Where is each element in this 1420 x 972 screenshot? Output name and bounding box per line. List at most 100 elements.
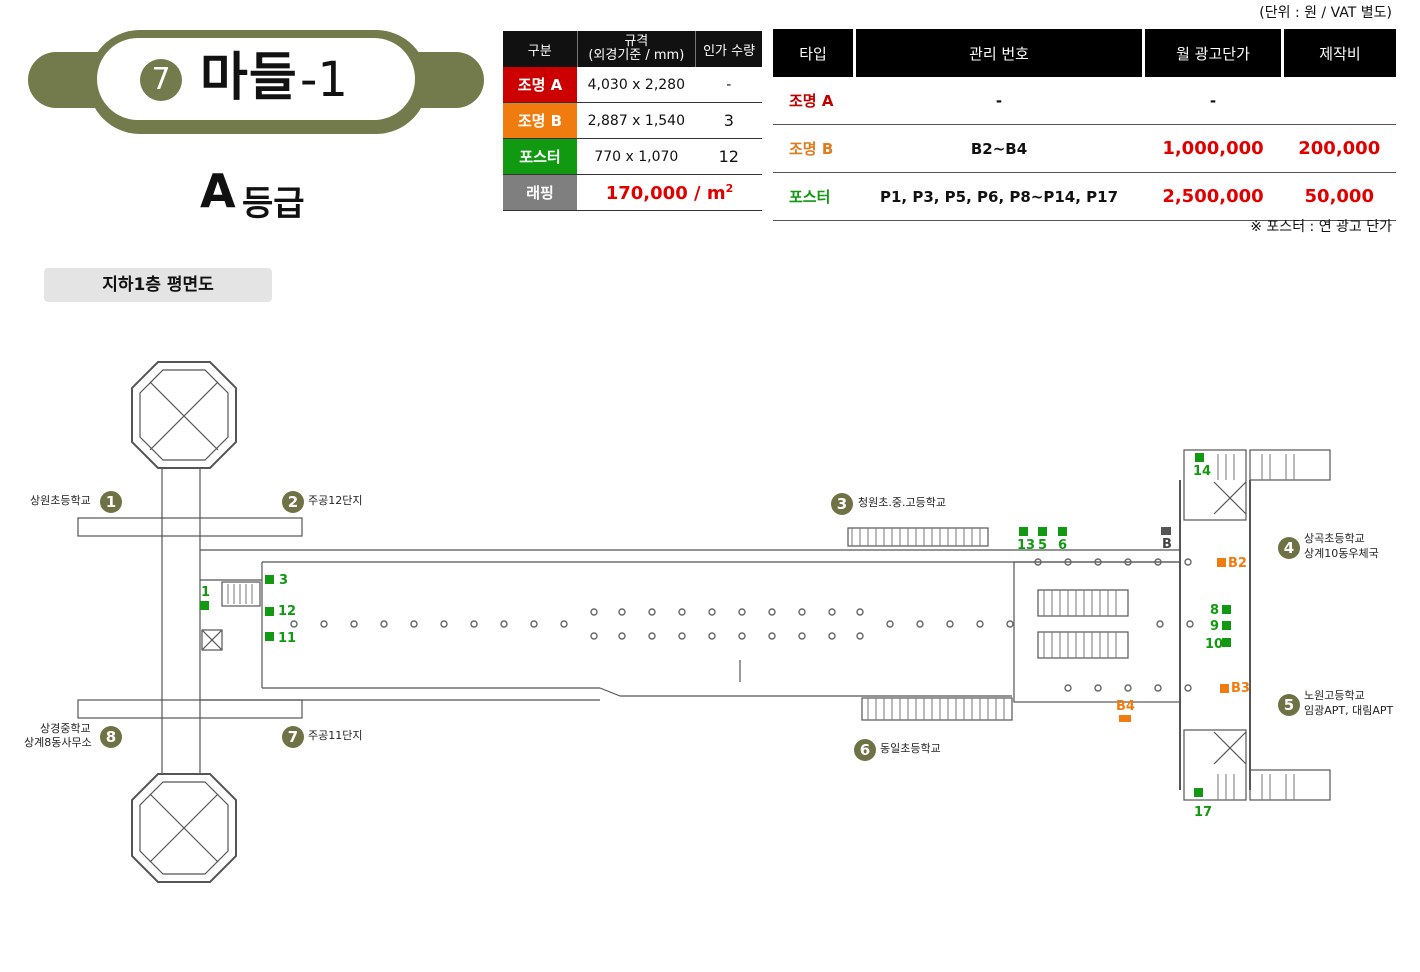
station-number: 7 (140, 59, 182, 101)
price-row: 포스터 P1, P3, P5, P6, P8~P14, P17 2,500,00… (773, 172, 1396, 221)
price-row: 조명 A - - (773, 77, 1396, 125)
lightbox-label-b2: B2 (1228, 556, 1247, 571)
poster-marker-3 (265, 575, 274, 584)
lightbox-marker-b2 (1217, 558, 1226, 567)
poster-label-5: 5 (1038, 538, 1048, 553)
floor-label: 지하1층 평면도 (44, 268, 272, 302)
spec-qty: 12 (695, 138, 762, 175)
poster-label-17: 17 (1194, 805, 1213, 820)
stair-tower-top (131, 361, 237, 469)
exit-3-name: 청원초.중.고등학교 (858, 496, 946, 509)
exit-8-name2: 상계8동사무소 (24, 736, 92, 749)
poster-label-9: 9 (1210, 619, 1220, 634)
price-codes: P1, P3, P5, P6, P8~P14, P17 (854, 172, 1144, 221)
poster-marker-1 (200, 601, 209, 610)
price-header-type: 타입 (773, 29, 856, 77)
poster-note: ※ 포스터 : 연 광고 단가 (1250, 219, 1392, 235)
exit-4-name: 상곡초등학교 (1304, 532, 1365, 545)
exit-7-badge: 7 (282, 726, 304, 748)
spec-category: 조명 B (503, 102, 577, 139)
spec-category: 조명 A (503, 67, 577, 103)
lightbox-label-b4: B4 (1116, 699, 1135, 714)
poster-marker-12 (265, 607, 274, 616)
unit-note: (단위 : 원 / VAT 별도) (1259, 5, 1392, 21)
poster-marker-9 (1222, 621, 1231, 630)
poster-label-6: 6 (1058, 538, 1068, 553)
wrap-price-unit: 2 (725, 181, 734, 195)
price-row: 조명 B B2~B4 1,000,000 200,000 (773, 124, 1396, 173)
price-production (1282, 77, 1396, 125)
spec-header-size: 규격 (외경기준 / mm) (577, 31, 697, 67)
spec-header-qty: 인가 수량 (695, 31, 762, 67)
poster-label-13: 13 (1017, 538, 1036, 553)
price-codes: - (854, 77, 1144, 125)
spec-size: 4,030 x 2,280 (577, 67, 696, 103)
lightbox-label-b3: B3 (1231, 681, 1250, 696)
poster-label-8: 8 (1210, 603, 1220, 618)
spec-size: 770 x 1,070 (577, 138, 696, 175)
poster-marker-8 (1222, 605, 1231, 614)
poster-label-10: 10 (1205, 637, 1224, 652)
exit-5-badge: 5 (1278, 694, 1300, 716)
price-type: 조명 B (773, 124, 855, 173)
poster-marker-10 (1222, 638, 1231, 647)
grade-letter: A (200, 164, 236, 218)
exit-5-name2: 임광APT, 대림APT (1304, 704, 1394, 717)
price-codes: B2~B4 (854, 124, 1144, 173)
price-production: 200,000 (1282, 124, 1396, 173)
price-monthly: 2,500,000 (1143, 172, 1283, 221)
price-table: 타입 관리 번호 월 광고단가 제작비 조명 A - - 조명 B B2~B4 … (773, 29, 1396, 221)
poster-marker-6 (1058, 527, 1067, 536)
exit-4-badge: 4 (1278, 537, 1300, 559)
spec-table: 구분 규격 (외경기준 / mm) 인가 수량 조명 A 4,030 x 2,2… (503, 31, 762, 211)
poster-label-12: 12 (278, 604, 297, 619)
poster-marker-17 (1194, 788, 1203, 797)
price-header-monthly: 월 광고단가 (1143, 29, 1284, 77)
spec-header-category: 구분 (503, 31, 578, 67)
floor-plan (77, 361, 1331, 883)
exit-1-badge: 1 (100, 491, 122, 513)
spec-header-size-note: (외경기준 / mm) (588, 48, 685, 63)
price-monthly: - (1143, 77, 1283, 125)
wrap-price: 170,000 / m2 (577, 174, 762, 211)
lightbox-marker-b4 (1119, 715, 1131, 722)
price-type: 포스터 (773, 172, 855, 221)
poster-label-14: 14 (1193, 464, 1212, 479)
spec-row-wrap: 래핑 170,000 / m2 (503, 174, 762, 211)
exit-5-name: 노원고등학교 (1304, 689, 1365, 702)
wrap-price-value: 170,000 / m (605, 182, 726, 204)
poster-label-3: 3 (279, 573, 289, 588)
poster-label-1: 1 (201, 585, 211, 600)
spec-category: 래핑 (503, 174, 577, 211)
price-header-code: 관리 번호 (854, 29, 1145, 77)
exit-4-name2: 상계10동우체국 (1304, 547, 1379, 560)
station-name: 마들 (200, 48, 298, 108)
exit-7-name: 주공11단지 (308, 729, 363, 742)
poster-marker-13 (1019, 527, 1028, 536)
price-production: 50,000 (1282, 172, 1396, 221)
exit-2-badge: 2 (282, 491, 304, 513)
station-suffix: -1 (300, 52, 348, 108)
spec-header-size-label: 규격 (624, 34, 649, 49)
exit-6-name: 동일초등학교 (880, 742, 941, 755)
spec-row: 포스터 770 x 1,070 12 (503, 138, 762, 175)
light-a-label: B (1162, 537, 1172, 552)
spec-category: 포스터 (503, 138, 577, 175)
exit-3-badge: 3 (831, 493, 853, 515)
exit-8-badge: 8 (100, 726, 122, 748)
light-a-marker (1161, 527, 1171, 535)
poster-marker-11 (265, 632, 274, 641)
spec-qty: - (695, 67, 762, 103)
exit-2-name: 주공12단지 (308, 494, 363, 507)
spec-row: 조명 B 2,887 x 1,540 3 (503, 102, 762, 139)
spec-size: 2,887 x 1,540 (577, 102, 696, 139)
spec-qty: 3 (695, 102, 762, 139)
grade-text: 등급 (242, 184, 305, 224)
poster-label-11: 11 (278, 631, 297, 646)
lightbox-marker-b3 (1220, 684, 1229, 693)
exit-6-badge: 6 (854, 739, 876, 761)
price-header-production: 제작비 (1282, 29, 1396, 77)
exit-8-name: 상경중학교 (40, 722, 91, 735)
price-monthly: 1,000,000 (1143, 124, 1283, 173)
spec-row: 조명 A 4,030 x 2,280 - (503, 67, 762, 103)
